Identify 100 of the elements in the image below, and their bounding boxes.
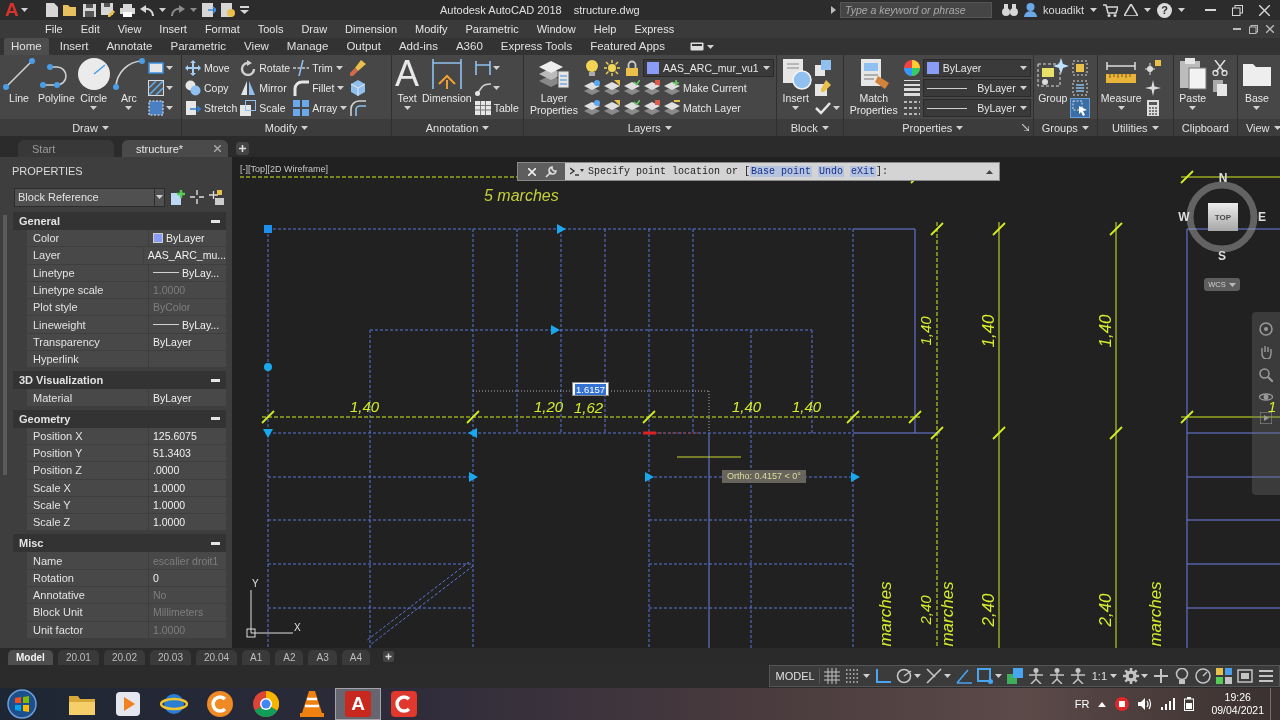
lightbulb-button[interactable]: [583, 59, 601, 77]
signal-bars-icon[interactable]: [1161, 698, 1176, 710]
user-name[interactable]: kouadikt: [1043, 4, 1084, 16]
ribbon-tab[interactable]: Manage: [279, 38, 336, 55]
caret-icon[interactable]: [994, 674, 1002, 678]
layer-sheets-button[interactable]: [583, 79, 601, 97]
grip-icon[interactable]: [645, 472, 654, 482]
scissors-button[interactable]: [1210, 59, 1229, 77]
property-value[interactable]: ByLay...: [149, 264, 226, 281]
property-value[interactable]: AAS_ARC_mu...: [143, 247, 226, 264]
caret-icon[interactable]: [762, 66, 770, 70]
grip-icon[interactable]: [851, 472, 860, 482]
caret-icon[interactable]: [165, 86, 173, 90]
command-option-link[interactable]: eXit: [850, 166, 877, 177]
caret-icon[interactable]: [1189, 106, 1197, 110]
caret-icon[interactable]: [821, 125, 829, 130]
menu-item[interactable]: Express: [625, 23, 684, 35]
clock-date[interactable]: 09/04/2021: [1211, 704, 1264, 717]
command-prompt-icon[interactable]: [570, 167, 584, 176]
collapse-icon[interactable]: [211, 219, 220, 223]
text-button[interactable]: A Text: [394, 58, 420, 110]
line-button[interactable]: Line: [2, 58, 36, 104]
measure-button[interactable]: Measure: [1099, 58, 1143, 110]
ribbon-tab[interactable]: A360: [448, 38, 490, 55]
diagonal-arrow-icon[interactable]: [1021, 124, 1029, 131]
start-orb-icon[interactable]: [7, 689, 37, 719]
property-row[interactable]: Lineweight ByLay...: [27, 316, 226, 334]
help-button[interactable]: ?: [1157, 2, 1172, 18]
restore-icon[interactable]: [1232, 4, 1243, 16]
list-square-button[interactable]: [1070, 79, 1089, 97]
property-value[interactable]: ByLayer: [149, 230, 226, 247]
dial-toggle[interactable]: [894, 667, 922, 685]
caret-icon[interactable]: [190, 8, 197, 12]
caret-icon[interactable]: [1178, 8, 1185, 12]
collapse-icon[interactable]: [211, 417, 220, 421]
caret-icon[interactable]: [1144, 8, 1151, 12]
layer-dropdown[interactable]: AAS_ARC_mur_vu1: [643, 59, 774, 77]
caret-icon[interactable]: [492, 66, 500, 70]
caret-icon[interactable]: [1019, 106, 1027, 110]
caret-icon[interactable]: [20, 8, 28, 12]
magnifier-icon[interactable]: [1259, 368, 1273, 382]
panel-title-bar[interactable]: Clipboard: [1173, 119, 1237, 136]
make-current-button[interactable]: Make Current: [663, 78, 748, 98]
caret-icon[interactable]: [1019, 66, 1027, 70]
dot-grid-toggle[interactable]: [843, 667, 871, 685]
copy-sheets-button[interactable]: [1210, 79, 1229, 97]
layout-tab[interactable]: 20.02: [103, 650, 145, 665]
padlock-button[interactable]: [623, 59, 641, 77]
property-value[interactable]: 0: [149, 569, 226, 587]
orbit-icon[interactable]: [1259, 391, 1273, 403]
layout-tab[interactable]: 20.03: [149, 650, 191, 665]
command-option-link[interactable]: Base point: [750, 166, 813, 177]
window-toggle[interactable]: [1236, 667, 1254, 685]
brush-button[interactable]: [349, 59, 368, 77]
file-tab[interactable]: structure*: [122, 140, 228, 157]
crosshair-dot-button[interactable]: [1143, 59, 1162, 77]
section-header[interactable]: 3D Visualization: [13, 371, 226, 390]
angle-toggle[interactable]: [954, 667, 973, 685]
triangle-icon[interactable]: [1124, 4, 1138, 16]
compass-letter[interactable]: N: [1218, 172, 1228, 184]
circle-button[interactable]: Circle: [76, 58, 111, 110]
dashed-lines-button[interactable]: [902, 99, 921, 117]
close-icon[interactable]: [1259, 4, 1270, 16]
ribbon-tab[interactable]: Insert: [52, 38, 96, 55]
sheet-plus-icon[interactable]: [170, 189, 185, 205]
chevron-icon[interactable]: [831, 6, 836, 14]
property-row[interactable]: Color ByLayer: [27, 230, 226, 248]
cube-button[interactable]: [349, 79, 368, 97]
taskbar-button[interactable]: A: [335, 688, 381, 720]
insert-button[interactable]: Insert: [778, 58, 813, 110]
caret-icon[interactable]: [943, 674, 951, 678]
property-value[interactable]: ByLayer: [149, 389, 226, 406]
caret-icon[interactable]: [340, 106, 348, 110]
array-button[interactable]: Array: [292, 98, 349, 118]
line-style-dropdown[interactable]: ByLayer: [922, 99, 1031, 117]
caret-icon[interactable]: [956, 125, 964, 130]
command-option-link[interactable]: Undo: [818, 166, 845, 177]
section-header[interactable]: Geometry: [13, 409, 226, 428]
move-button[interactable]: Move: [184, 58, 231, 78]
group-button[interactable]: Group: [1035, 58, 1070, 104]
caret-icon[interactable]: [1273, 125, 1280, 130]
model-space-button[interactable]: MODEL: [771, 668, 820, 684]
layer-sheets-button[interactable]: [623, 99, 641, 117]
ribbon-tab[interactable]: Home: [4, 38, 49, 55]
play-icon[interactable]: [1260, 412, 1272, 424]
badge-disc-icon[interactable]: [1115, 697, 1130, 711]
grip-icon[interactable]: [468, 428, 477, 438]
layer-sheets-button[interactable]: [623, 79, 641, 97]
property-value[interactable]: ByLayer: [149, 333, 226, 351]
search-field[interactable]: Type a keyword or phrase: [840, 2, 992, 18]
layer-sheets-button[interactable]: [643, 99, 661, 117]
caret-icon[interactable]: [159, 8, 166, 12]
line-style-dropdown[interactable]: ByLayer: [922, 79, 1031, 97]
ribbon-tab[interactable]: Featured Apps: [583, 38, 672, 55]
color-dropdown[interactable]: ByLayer: [922, 59, 1031, 77]
caret-icon[interactable]: [403, 106, 411, 110]
mirror-button[interactable]: Mirror: [239, 78, 288, 98]
save-as-icon[interactable]: [101, 3, 115, 17]
stretch-button[interactable]: Stretch: [184, 98, 239, 118]
menu-item[interactable]: Modify: [406, 23, 457, 35]
